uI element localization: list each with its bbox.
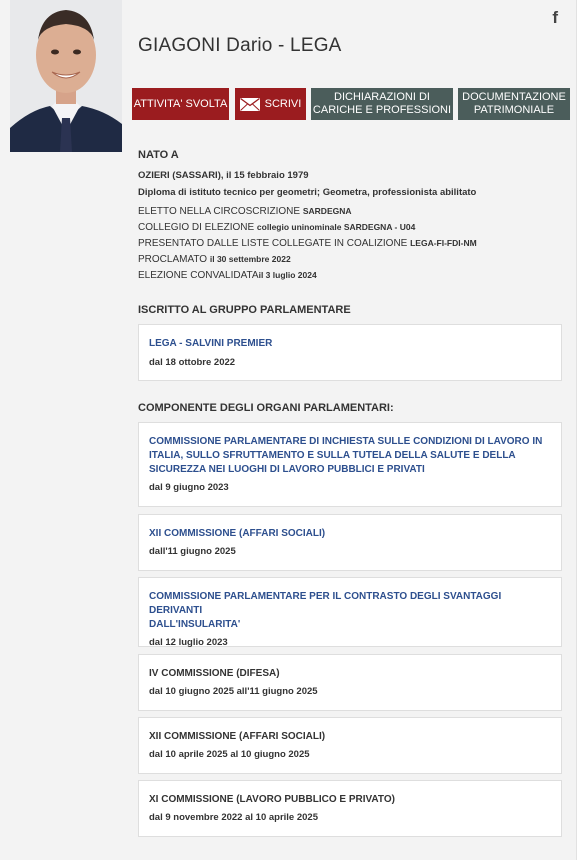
- attivita-svolta-label: ATTIVITA' SVOLTA: [133, 97, 228, 110]
- organo-date: dal 10 aprile 2025 al 10 giugno 2025: [149, 749, 310, 760]
- organo-title-link[interactable]: XII COMMISSIONE (AFFARI SOCIALI): [149, 527, 551, 541]
- collegio-row: COLLEGIO DI ELEZIONE collegio uninominal…: [138, 222, 415, 233]
- documentazione-label-line2: PATRIMONIALE: [473, 104, 555, 116]
- gruppo-date: dal 18 ottobre 2022: [149, 357, 236, 368]
- documentazione-button[interactable]: DOCUMENTAZIONE PATRIMONIALE: [458, 88, 570, 120]
- deputy-name: GIAGONI Dario - LEGA: [138, 35, 342, 56]
- organo-card: XII COMMISSIONE (AFFARI SOCIALI) dal 10 …: [138, 717, 562, 774]
- organo-date: dal 12 luglio 2023: [149, 637, 228, 648]
- collegio-label: COLLEGIO DI ELEZIONE: [138, 222, 257, 233]
- organo-title: XII COMMISSIONE (AFFARI SOCIALI): [149, 731, 326, 742]
- organo-title-link[interactable]: SICUREZZA NEI LUOGHI DI LAVORO PUBBLICI …: [149, 463, 551, 477]
- organo-date: dall'11 giugno 2025: [149, 546, 236, 557]
- scrivi-label: SCRIVI: [264, 97, 302, 110]
- dichiarazioni-label-line2: CARICHE E PROFESSIONI: [312, 104, 452, 116]
- organo-date: dal 10 giugno 2025 all'11 giugno 2025: [149, 686, 318, 697]
- scrivi-button[interactable]: SCRIVI: [235, 88, 306, 120]
- mail-icon: [239, 97, 260, 111]
- collegio-value: collegio uninominale SARDEGNA - U04: [256, 222, 416, 232]
- liste-row: PRESENTATO DALLE LISTE COLLEGATE IN COAL…: [138, 238, 477, 249]
- proclamato-value: il 30 settembre 2022: [209, 254, 291, 264]
- organo-date: dal 9 novembre 2022 al 10 aprile 2025: [149, 812, 318, 823]
- organo-title: IV COMMISSIONE (DIFESA): [149, 668, 280, 679]
- attivita-svolta-button[interactable]: ATTIVITA' SVOLTA: [132, 88, 229, 120]
- organo-card: XI COMMISSIONE (LAVORO PUBBLICO E PRIVAT…: [138, 780, 562, 837]
- organo-title-link[interactable]: ITALIA, SULLO SFRUTTAMENTO E SULLA TUTEL…: [149, 449, 551, 463]
- gruppo-card: LEGA - SALVINI PREMIER dal 18 ottobre 20…: [138, 324, 562, 381]
- eletto-value: SARDEGNA: [302, 206, 352, 216]
- organo-title-link[interactable]: COMMISSIONE PARLAMENTARE PER IL CONTRAST…: [149, 590, 551, 618]
- convalidata-row: ELEZIONE CONVALIDATAil 3 luglio 2024: [138, 270, 317, 281]
- liste-value: LEGA-FI-FDI-NM: [410, 238, 477, 248]
- convalidata-label: ELEZIONE CONVALIDATA: [138, 270, 259, 281]
- organi-heading: COMPONENTE DEGLI ORGANI PARLAMENTARI:: [138, 402, 394, 414]
- gruppo-name-link[interactable]: LEGA - SALVINI PREMIER: [149, 337, 551, 351]
- proclamato-label: PROCLAMATO: [138, 254, 210, 265]
- dichiarazioni-label-line1: DICHIARAZIONI DI: [334, 91, 430, 103]
- convalidata-value: il 3 luglio 2024: [258, 270, 317, 280]
- nato-a-heading: NATO A: [138, 149, 179, 161]
- liste-label: PRESENTATO DALLE LISTE COLLEGATE IN COAL…: [138, 238, 411, 249]
- organo-title-link[interactable]: DALL'INSULARITA': [149, 618, 551, 632]
- eletto-label: ELETTO NELLA CIRCOSCRIZIONE: [138, 206, 303, 217]
- organo-title-link[interactable]: COMMISSIONE PARLAMENTARE DI INCHIESTA SU…: [149, 435, 551, 449]
- organo-card: COMMISSIONE PARLAMENTARE DI INCHIESTA SU…: [138, 422, 562, 507]
- organo-title: XI COMMISSIONE (LAVORO PUBBLICO E PRIVAT…: [149, 794, 395, 805]
- education-info: Diploma di istituto tecnico per geometri…: [138, 187, 477, 198]
- facebook-icon[interactable]: f: [552, 8, 558, 28]
- deputy-profile-page: f GIAGONI Dario - LEGA ATTIVITA' SVOLTA …: [0, 0, 577, 860]
- organo-card: XII COMMISSIONE (AFFARI SOCIALI) dall'11…: [138, 514, 562, 571]
- organo-date: dal 9 giugno 2023: [149, 482, 229, 493]
- dichiarazioni-button[interactable]: DICHIARAZIONI DI CARICHE E PROFESSIONI: [311, 88, 453, 120]
- birth-info: OZIERI (SASSARI), il 15 febbraio 1979: [138, 170, 309, 181]
- documentazione-label-line1: DOCUMENTAZIONE: [462, 91, 566, 103]
- proclamato-row: PROCLAMATO il 30 settembre 2022: [138, 254, 291, 265]
- organo-card: COMMISSIONE PARLAMENTARE PER IL CONTRAST…: [138, 577, 562, 648]
- gruppo-heading: ISCRITTO AL GRUPPO PARLAMENTARE: [138, 304, 351, 316]
- eletto-row: ELETTO NELLA CIRCOSCRIZIONE SARDEGNA: [138, 206, 352, 217]
- deputy-photo: [10, 0, 122, 152]
- organo-card: IV COMMISSIONE (DIFESA) dal 10 giugno 20…: [138, 654, 562, 711]
